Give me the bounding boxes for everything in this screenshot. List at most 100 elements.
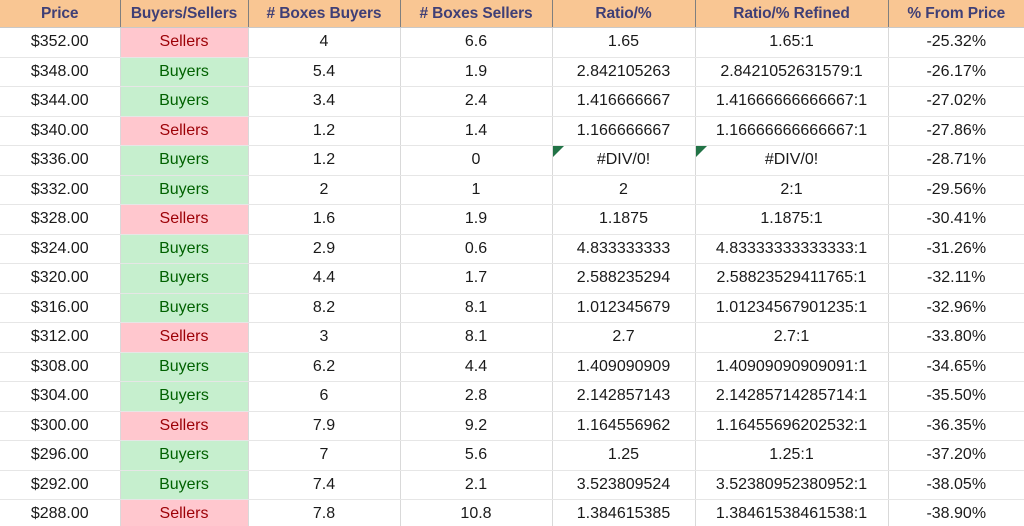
cell-buyers_sellers[interactable]: Sellers — [120, 27, 249, 58]
cell-ratio_pct_refined[interactable]: 1.16455696202532:1 — [695, 411, 889, 441]
cell-pct_from_price[interactable]: -33.80% — [888, 322, 1024, 353]
cell-ratio_pct-with-comment-marker[interactable]: #DIV/0! — [552, 145, 696, 176]
cell-ratio_pct[interactable]: 1.164556962 — [552, 411, 696, 441]
cell-pct_from_price[interactable]: -26.17% — [888, 57, 1024, 87]
cell-price[interactable]: $300.00 — [0, 411, 121, 441]
cell-price[interactable]: $328.00 — [0, 204, 121, 235]
cell-boxes_buyers[interactable]: 3 — [248, 322, 401, 353]
column-header-boxes-buyers[interactable]: # Boxes Buyers — [248, 0, 401, 28]
cell-buyers_sellers[interactable]: Buyers — [120, 145, 249, 176]
cell-boxes_sellers[interactable]: 10.8 — [400, 499, 553, 526]
table-row[interactable]: $296.00 Buyers 7 5.6 1.25 1.25:1 -37.20% — [0, 440, 1024, 471]
cell-pct_from_price[interactable]: -31.26% — [888, 234, 1024, 264]
cell-ratio_pct_refined[interactable]: 3.52380952380952:1 — [695, 470, 889, 500]
cell-ratio_pct[interactable]: 4.833333333 — [552, 234, 696, 264]
cell-pct_from_price[interactable]: -25.32% — [888, 27, 1024, 58]
cell-boxes_sellers[interactable]: 2.1 — [400, 470, 553, 500]
table-row[interactable]: $328.00 Sellers 1.6 1.9 1.1875 1.1875:1 -30.41… — [0, 204, 1024, 235]
table-row[interactable]: $348.00 Buyers 5.4 1.9 2.842105263 2.84210526… — [0, 57, 1024, 87]
cell-boxes_sellers[interactable]: 5.6 — [400, 440, 553, 471]
cell-ratio_pct[interactable]: 2.7 — [552, 322, 696, 353]
cell-pct_from_price[interactable]: -28.71% — [888, 145, 1024, 176]
cell-ratio_pct_refined[interactable]: 1.1875:1 — [695, 204, 889, 235]
cell-buyers_sellers[interactable]: Sellers — [120, 411, 249, 441]
table-row[interactable]: $340.00 Sellers 1.2 1.4 1.166666667 1.1666666… — [0, 116, 1024, 146]
cell-boxes_sellers[interactable]: 1.9 — [400, 204, 553, 235]
cell-ratio_pct[interactable]: 2.842105263 — [552, 57, 696, 87]
cell-price[interactable]: $296.00 — [0, 440, 121, 471]
cell-ratio_pct_refined[interactable]: 1.16666666666667:1 — [695, 116, 889, 146]
cell-ratio_pct[interactable]: 1.166666667 — [552, 116, 696, 146]
table-row[interactable]: $316.00 Buyers 8.2 8.1 1.012345679 1.01234567… — [0, 293, 1024, 323]
cell-pct_from_price[interactable]: -30.41% — [888, 204, 1024, 235]
cell-boxes_buyers[interactable]: 7.8 — [248, 499, 401, 526]
cell-ratio_pct_refined-with-comment-marker[interactable]: #DIV/0! — [695, 145, 889, 176]
cell-price[interactable]: $336.00 — [0, 145, 121, 176]
table-row[interactable]: $300.00 Sellers 7.9 9.2 1.164556962 1.1645569… — [0, 411, 1024, 441]
cell-price[interactable]: $288.00 — [0, 499, 121, 526]
table-row[interactable]: $324.00 Buyers 2.9 0.6 4.833333333 4.83333333… — [0, 234, 1024, 264]
cell-boxes_buyers[interactable]: 1.6 — [248, 204, 401, 235]
cell-ratio_pct_refined[interactable]: 4.83333333333333:1 — [695, 234, 889, 264]
cell-buyers_sellers[interactable]: Sellers — [120, 204, 249, 235]
cell-buyers_sellers[interactable]: Buyers — [120, 381, 249, 412]
cell-price[interactable]: $304.00 — [0, 381, 121, 412]
cell-pct_from_price[interactable]: -34.65% — [888, 352, 1024, 382]
cell-buyers_sellers[interactable]: Sellers — [120, 322, 249, 353]
cell-ratio_pct_refined[interactable]: 2.58823529411765:1 — [695, 263, 889, 294]
column-header-price[interactable]: Price — [0, 0, 121, 28]
table-row[interactable]: $292.00 Buyers 7.4 2.1 3.523809524 3.52380952… — [0, 470, 1024, 500]
cell-boxes_sellers[interactable]: 0.6 — [400, 234, 553, 264]
table-row[interactable]: $320.00 Buyers 4.4 1.7 2.588235294 2.58823529… — [0, 263, 1024, 294]
cell-price[interactable]: $348.00 — [0, 57, 121, 87]
cell-ratio_pct[interactable]: 1.012345679 — [552, 293, 696, 323]
table-row[interactable]: $332.00 Buyers 2 1 2 2:1 -29.56% — [0, 175, 1024, 205]
cell-ratio_pct_refined[interactable]: 2:1 — [695, 175, 889, 205]
cell-boxes_buyers[interactable]: 7.4 — [248, 470, 401, 500]
cell-price[interactable]: $340.00 — [0, 116, 121, 146]
column-header-ratio-pct[interactable]: Ratio/% — [552, 0, 696, 28]
cell-boxes_sellers[interactable]: 1.9 — [400, 57, 553, 87]
cell-ratio_pct[interactable]: 1.1875 — [552, 204, 696, 235]
table-row[interactable]: $308.00 Buyers 6.2 4.4 1.409090909 1.40909090… — [0, 352, 1024, 382]
cell-ratio_pct_refined[interactable]: 1.40909090909091:1 — [695, 352, 889, 382]
cell-boxes_buyers[interactable]: 1.2 — [248, 116, 401, 146]
cell-boxes_sellers[interactable]: 1.7 — [400, 263, 553, 294]
cell-pct_from_price[interactable]: -27.02% — [888, 86, 1024, 117]
cell-boxes_sellers[interactable]: 8.1 — [400, 322, 553, 353]
cell-ratio_pct_refined[interactable]: 2.8421052631579:1 — [695, 57, 889, 87]
cell-ratio_pct[interactable]: 1.416666667 — [552, 86, 696, 117]
cell-pct_from_price[interactable]: -29.56% — [888, 175, 1024, 205]
cell-boxes_sellers[interactable]: 4.4 — [400, 352, 553, 382]
cell-pct_from_price[interactable]: -36.35% — [888, 411, 1024, 441]
column-header-pct-from-price[interactable]: % From Price — [888, 0, 1024, 28]
cell-boxes_sellers[interactable]: 9.2 — [400, 411, 553, 441]
cell-price[interactable]: $352.00 — [0, 27, 121, 58]
column-header-ratio-pct-refined[interactable]: Ratio/% Refined — [695, 0, 889, 28]
cell-ratio_pct_refined[interactable]: 2.14285714285714:1 — [695, 381, 889, 412]
cell-buyers_sellers[interactable]: Buyers — [120, 86, 249, 117]
cell-boxes_buyers[interactable]: 7 — [248, 440, 401, 471]
cell-boxes_buyers[interactable]: 6 — [248, 381, 401, 412]
cell-ratio_pct[interactable]: 1.409090909 — [552, 352, 696, 382]
cell-boxes_sellers[interactable]: 8.1 — [400, 293, 553, 323]
cell-boxes_buyers[interactable]: 4 — [248, 27, 401, 58]
table-row[interactable]: $352.00 Sellers 4 6.6 1.65 1.65:1 -25.32% — [0, 27, 1024, 58]
cell-boxes_buyers[interactable]: 4.4 — [248, 263, 401, 294]
cell-boxes_buyers[interactable]: 5.4 — [248, 57, 401, 87]
cell-buyers_sellers[interactable]: Buyers — [120, 57, 249, 87]
cell-buyers_sellers[interactable]: Buyers — [120, 440, 249, 471]
table-row[interactable]: $304.00 Buyers 6 2.8 2.142857143 2.1428571428… — [0, 381, 1024, 412]
cell-boxes_buyers[interactable]: 2.9 — [248, 234, 401, 264]
cell-buyers_sellers[interactable]: Buyers — [120, 263, 249, 294]
cell-pct_from_price[interactable]: -38.05% — [888, 470, 1024, 500]
cell-pct_from_price[interactable]: -35.50% — [888, 381, 1024, 412]
cell-boxes_sellers[interactable]: 6.6 — [400, 27, 553, 58]
cell-ratio_pct[interactable]: 2 — [552, 175, 696, 205]
cell-pct_from_price[interactable]: -27.86% — [888, 116, 1024, 146]
cell-ratio_pct[interactable]: 3.523809524 — [552, 470, 696, 500]
cell-ratio_pct_refined[interactable]: 1.65:1 — [695, 27, 889, 58]
cell-boxes_sellers[interactable]: 1 — [400, 175, 553, 205]
cell-boxes_sellers[interactable]: 2.4 — [400, 86, 553, 117]
cell-boxes_buyers[interactable]: 7.9 — [248, 411, 401, 441]
